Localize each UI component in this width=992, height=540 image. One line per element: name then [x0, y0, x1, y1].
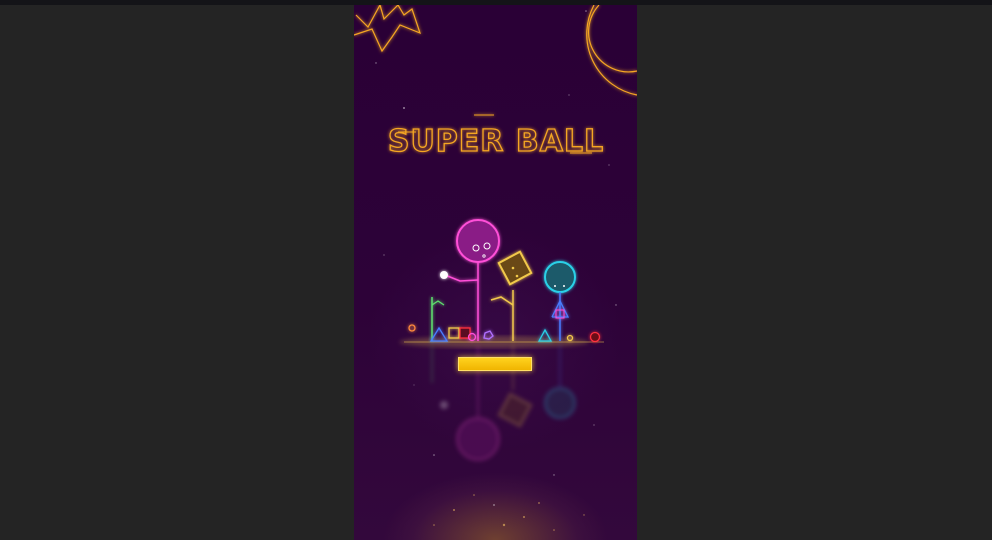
cyan-ball-character — [544, 261, 576, 341]
yellow-square-character — [490, 250, 533, 341]
loading-progress-fill — [459, 358, 531, 370]
arc-decoration — [586, 5, 637, 96]
ground — [399, 336, 604, 348]
game-viewport[interactable]: SUPER BALL — [354, 5, 637, 540]
bottom-glow-particles — [433, 494, 585, 531]
game-title: SUPER BALL — [388, 124, 604, 159]
loading-progress-bar — [458, 357, 532, 371]
game-scene: SUPER BALL — [354, 5, 637, 531]
spike-decoration — [354, 5, 421, 53]
game-logo: SUPER BALL — [387, 114, 604, 160]
pink-ball-character — [440, 219, 500, 341]
